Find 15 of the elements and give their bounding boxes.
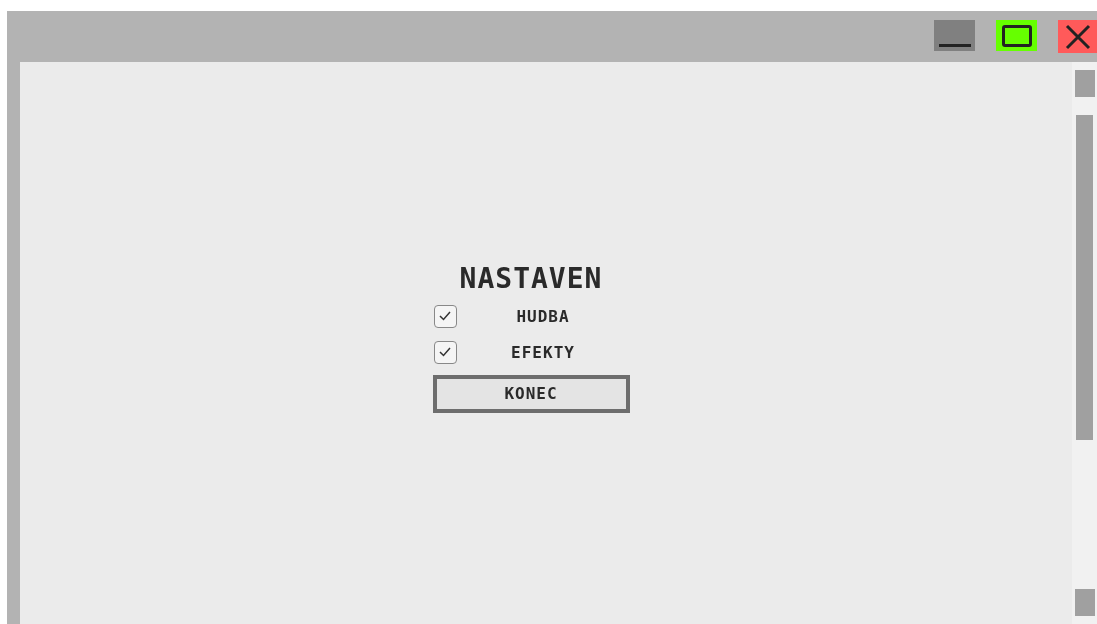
maximize-button[interactable] [996,20,1037,51]
checkbox[interactable] [433,304,457,328]
checkmark-icon [438,310,452,322]
scroll-thumb[interactable] [1076,115,1093,440]
scroll-down-button[interactable] [1074,589,1095,616]
checkbox[interactable] [433,340,457,364]
scroll-up-button[interactable] [1074,70,1095,97]
close-button[interactable] [1058,20,1097,53]
checkmark-icon [438,346,452,358]
option-label: HUDBA [515,306,571,326]
option-label: EFEKTY [510,342,576,362]
exit-button[interactable]: KONEC [432,374,630,413]
minimize-button[interactable] [934,20,975,51]
dialog-title: NASTAVEN [459,261,603,295]
scrollbar[interactable] [1072,62,1097,624]
